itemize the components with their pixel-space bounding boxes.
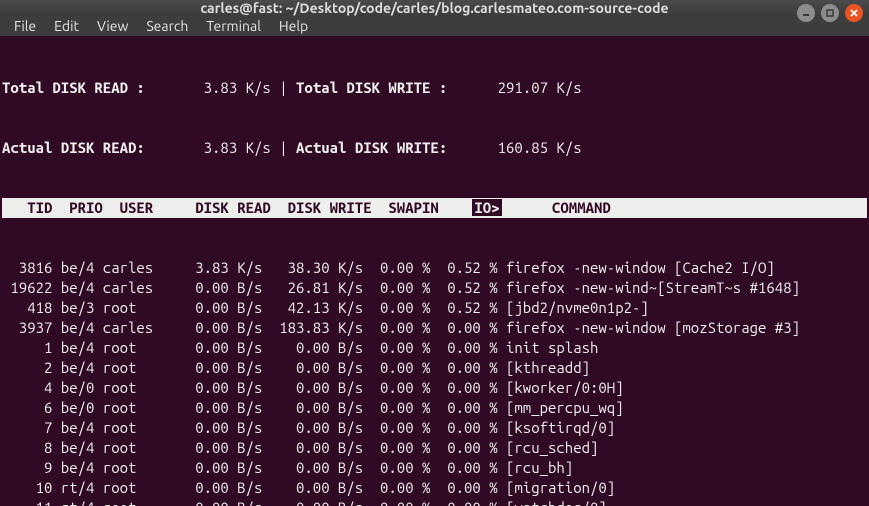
column-header-row: TID PRIO USER DISK READ DISK WRITE SWAPI… <box>2 198 867 218</box>
sort-column-io[interactable]: IO> <box>472 199 501 216</box>
maximize-icon <box>825 8 835 18</box>
total-read-value: 3.83 K/s <box>145 79 271 96</box>
terminal-output[interactable]: Total DISK READ : 3.83 K/s | Total DISK … <box>0 36 869 506</box>
summary-row-actual: Actual DISK READ: 3.83 K/s | Actual DISK… <box>2 138 867 158</box>
process-row: 10 rt/4 root 0.00 B/s 0.00 B/s 0.00 % 0.… <box>2 478 867 498</box>
process-row: 8 be/4 root 0.00 B/s 0.00 B/s 0.00 % 0.0… <box>2 438 867 458</box>
process-row: 3937 be/4 carles 0.00 B/s 183.83 K/s 0.0… <box>2 318 867 338</box>
window-title: carles@fast: ~/Desktop/code/carles/blog.… <box>0 0 869 16</box>
minimize-button[interactable] <box>797 4 815 22</box>
menu-edit[interactable]: Edit <box>46 16 87 36</box>
process-row: 6 be/0 root 0.00 B/s 0.00 B/s 0.00 % 0.0… <box>2 398 867 418</box>
total-write-value: 291.07 K/s <box>447 79 581 96</box>
actual-read-label: Actual DISK READ: <box>2 139 145 156</box>
process-row: 9 be/4 root 0.00 B/s 0.00 B/s 0.00 % 0.0… <box>2 458 867 478</box>
process-row: 4 be/0 root 0.00 B/s 0.00 B/s 0.00 % 0.0… <box>2 378 867 398</box>
actual-read-value: 3.83 K/s <box>145 139 271 156</box>
actual-write-value: 160.85 K/s <box>447 139 581 156</box>
menu-view[interactable]: View <box>89 16 136 36</box>
process-row: 418 be/3 root 0.00 B/s 42.13 K/s 0.00 % … <box>2 298 867 318</box>
process-rows: 3816 be/4 carles 3.83 K/s 38.30 K/s 0.00… <box>2 258 867 506</box>
menu-help[interactable]: Help <box>271 16 316 36</box>
menu-search[interactable]: Search <box>138 16 196 36</box>
menu-file[interactable]: File <box>6 16 44 36</box>
close-icon <box>849 8 859 18</box>
process-row: 19622 be/4 carles 0.00 B/s 26.81 K/s 0.0… <box>2 278 867 298</box>
summary-row-total: Total DISK READ : 3.83 K/s | Total DISK … <box>2 78 867 98</box>
maximize-button[interactable] <box>821 4 839 22</box>
close-button[interactable] <box>845 4 863 22</box>
process-row: 2 be/4 root 0.00 B/s 0.00 B/s 0.00 % 0.0… <box>2 358 867 378</box>
titlebar[interactable]: carles@fast: ~/Desktop/code/carles/blog.… <box>0 0 869 16</box>
total-write-label: Total DISK WRITE : <box>296 79 447 96</box>
process-row: 7 be/4 root 0.00 B/s 0.00 B/s 0.00 % 0.0… <box>2 418 867 438</box>
process-row: 1 be/4 root 0.00 B/s 0.00 B/s 0.00 % 0.0… <box>2 338 867 358</box>
menubar: File Edit View Search Terminal Help <box>0 16 869 36</box>
total-read-label: Total DISK READ : <box>2 79 145 96</box>
process-row: 3816 be/4 carles 3.83 K/s 38.30 K/s 0.00… <box>2 258 867 278</box>
window-controls <box>797 4 863 22</box>
terminal-window: carles@fast: ~/Desktop/code/carles/blog.… <box>0 0 869 506</box>
process-row: 11 rt/4 root 0.00 B/s 0.00 B/s 0.00 % 0.… <box>2 498 867 506</box>
minimize-icon <box>801 8 811 18</box>
menu-terminal[interactable]: Terminal <box>198 16 269 36</box>
actual-write-label: Actual DISK WRITE: <box>296 139 447 156</box>
